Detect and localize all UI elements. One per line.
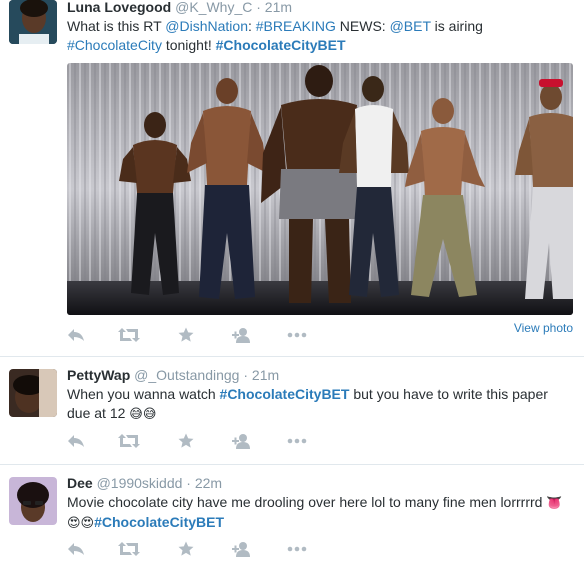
username[interactable]: @K_Why_C <box>175 0 252 15</box>
follow-icon[interactable] <box>231 540 253 558</box>
timestamp[interactable]: 22m <box>195 475 222 491</box>
username[interactable]: @_Outstandingg <box>134 367 239 383</box>
tweet[interactable]: PettyWap @_Outstandingg · 21m When you w… <box>0 357 584 464</box>
tweet-text-segment: NEWS: <box>335 18 390 34</box>
tweet-text-segment: What is this RT <box>67 18 166 34</box>
username[interactable]: @1990skiddd <box>97 475 183 491</box>
tweet-text-segment: is airing <box>430 18 483 34</box>
mention-link[interactable]: @DishNation <box>165 18 248 34</box>
reply-icon[interactable] <box>65 326 87 344</box>
avatar[interactable] <box>9 0 57 44</box>
tweet-text-segment: Movie chocolate city have me drooling ov… <box>67 494 547 510</box>
tweet-text-segment: tonight! <box>161 37 216 53</box>
separator-dot: · <box>243 367 249 383</box>
reply-icon[interactable] <box>65 432 87 450</box>
more-icon[interactable] <box>286 326 308 344</box>
tweet-actions <box>67 540 327 558</box>
hashtag-link[interactable]: #ChocolateCityBET <box>220 386 350 402</box>
fullname[interactable]: PettyWap <box>67 367 130 383</box>
hashtag-link[interactable]: #ChocolateCityBET <box>216 37 346 53</box>
tweet-text-segment: When you wanna watch <box>67 386 220 402</box>
tweet-text-segment: : <box>247 18 256 34</box>
timestamp[interactable]: 21m <box>265 0 292 15</box>
tweet-actions <box>67 326 327 344</box>
tweet-header: PettyWap @_Outstandingg · 21m <box>67 366 576 384</box>
tweet-text: Movie chocolate city have me drooling ov… <box>67 493 567 533</box>
hashtag-link[interactable]: #ChocolateCityBET <box>94 514 224 530</box>
fullname[interactable]: Luna Lovegood <box>67 0 171 15</box>
favorite-icon[interactable] <box>175 540 197 558</box>
view-photo-link[interactable]: View photo <box>514 321 573 335</box>
avatar[interactable] <box>9 477 57 525</box>
tweet-photo[interactable] <box>67 63 573 315</box>
follow-icon[interactable] <box>231 326 253 344</box>
retweet-icon[interactable] <box>118 540 140 558</box>
more-icon[interactable] <box>286 540 308 558</box>
avatar[interactable] <box>9 369 57 417</box>
more-icon[interactable] <box>286 432 308 450</box>
separator-dot: · <box>256 0 261 15</box>
retweet-icon[interactable] <box>118 326 140 344</box>
stage-performers-photo <box>67 63 573 315</box>
tweet-actions <box>67 432 327 450</box>
mention-link[interactable]: @BET <box>390 18 431 34</box>
emoji: 😅😅 <box>129 407 157 422</box>
tweet-header: Dee @1990skiddd · 22m <box>67 474 576 492</box>
hashtag-link[interactable]: #BREAKING <box>256 18 336 34</box>
retweet-icon[interactable] <box>118 432 140 450</box>
timestamp[interactable]: 21m <box>252 367 279 383</box>
fullname[interactable]: Dee <box>67 475 93 491</box>
tweet-text: What is this RT @DishNation: #BREAKING N… <box>67 17 507 55</box>
tweet[interactable]: Dee @1990skiddd · 22m Movie chocolate ci… <box>0 465 584 573</box>
tweet[interactable]: Luna Lovegood @K_Why_C · 21m What is thi… <box>0 0 584 356</box>
favorite-icon[interactable] <box>175 432 197 450</box>
reply-icon[interactable] <box>65 540 87 558</box>
favorite-icon[interactable] <box>175 326 197 344</box>
follow-icon[interactable] <box>231 432 253 450</box>
separator-dot: · <box>186 475 191 491</box>
tweet-text: When you wanna watch #ChocolateCityBET b… <box>67 385 567 424</box>
tweet-header: Luna Lovegood @K_Why_C · 21m <box>67 0 576 16</box>
hashtag-link[interactable]: #ChocolateCity <box>67 37 162 53</box>
